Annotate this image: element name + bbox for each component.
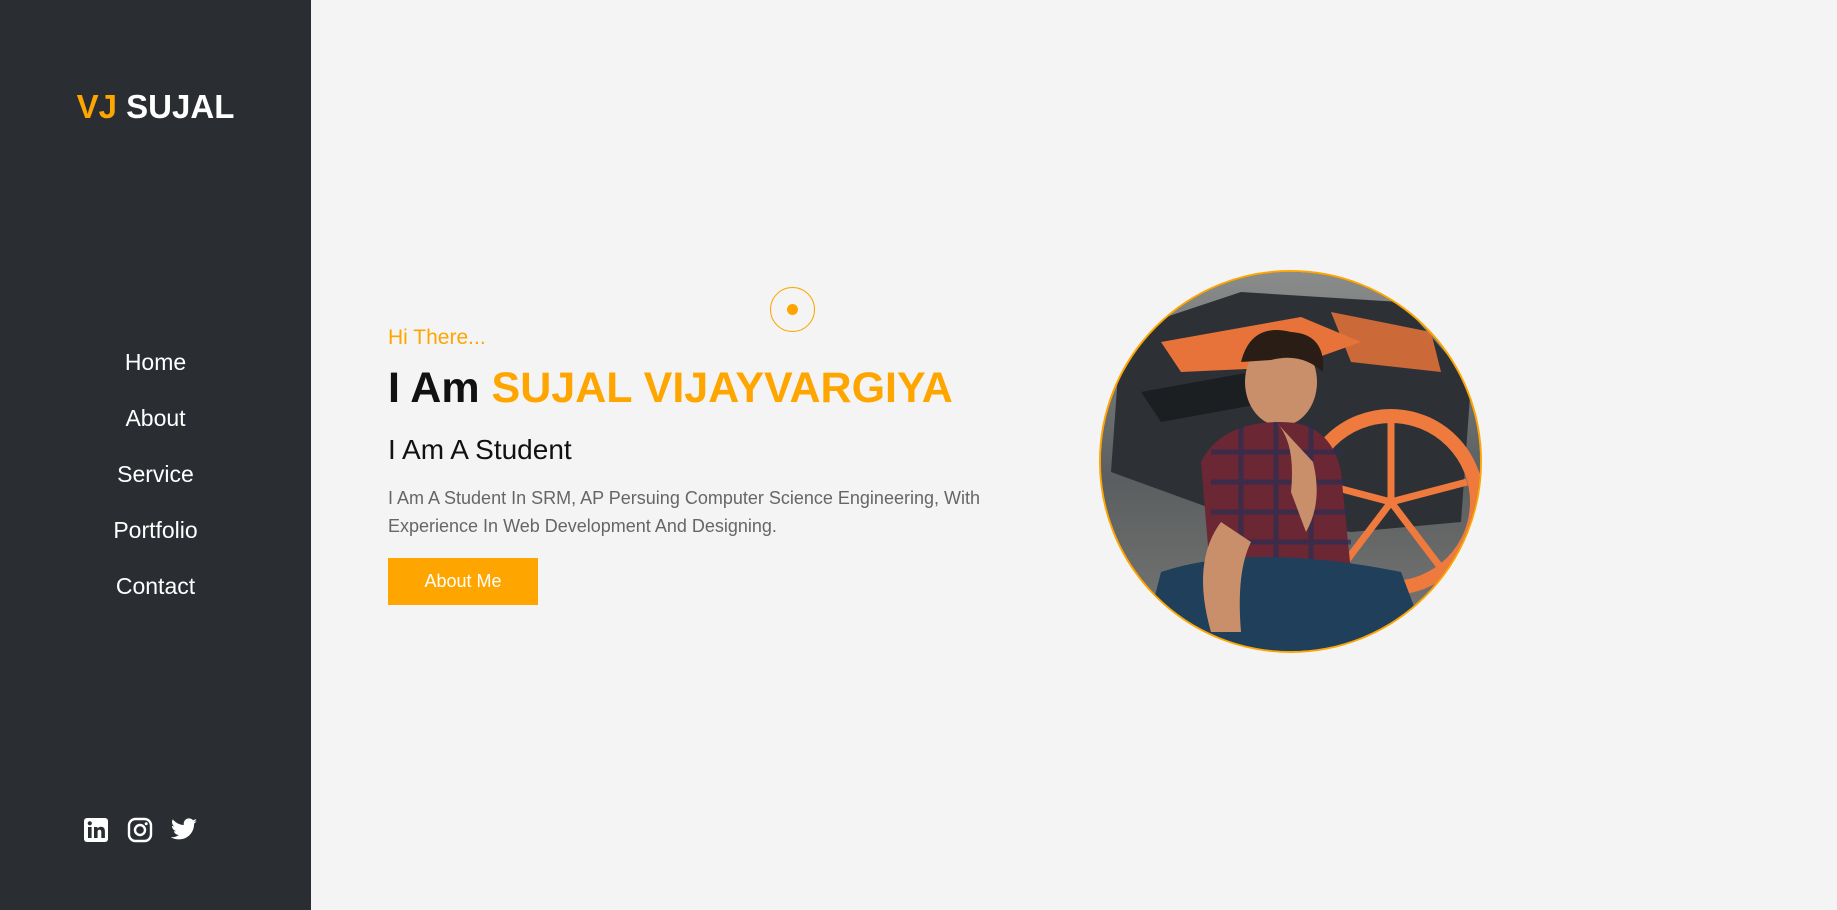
headline-prefix: I Am	[388, 364, 480, 412]
hero-description: I Am A Student In SRM, AP Persuing Compu…	[388, 488, 980, 536]
hero-role: I Am A Student	[388, 434, 572, 465]
social-links	[82, 816, 198, 844]
nav-item-about[interactable]: About	[0, 398, 311, 454]
logo-accent: VJ	[76, 88, 117, 125]
nav-item-portfolio[interactable]: Portfolio	[0, 510, 311, 566]
profile-photo	[1099, 270, 1482, 653]
main-nav: Home About Service Portfolio Contact	[0, 342, 311, 622]
decorative-dot-icon	[770, 287, 815, 332]
headline-name: SUJAL VIJAYVARGIYA	[491, 364, 953, 412]
instagram-icon[interactable]	[126, 816, 154, 844]
hero-headline: I Am SUJAL VIJAYVARGIYA	[388, 364, 953, 413]
hero-section: Hi There... I Am SUJAL VIJAYVARGIYA I Am…	[311, 0, 1837, 910]
about-me-button[interactable]: About Me	[388, 558, 538, 605]
twitter-icon[interactable]	[170, 816, 198, 844]
nav-item-home[interactable]: Home	[0, 342, 311, 398]
site-logo[interactable]: VJ SUJAL	[0, 88, 311, 126]
logo-name: SUJAL	[126, 88, 235, 125]
linkedin-icon[interactable]	[82, 816, 110, 844]
sidebar: VJ SUJAL Home About Service Portfolio Co…	[0, 0, 311, 910]
nav-item-contact[interactable]: Contact	[0, 566, 311, 622]
nav-item-service[interactable]: Service	[0, 454, 311, 510]
hero-greeting: Hi There...	[388, 326, 486, 349]
